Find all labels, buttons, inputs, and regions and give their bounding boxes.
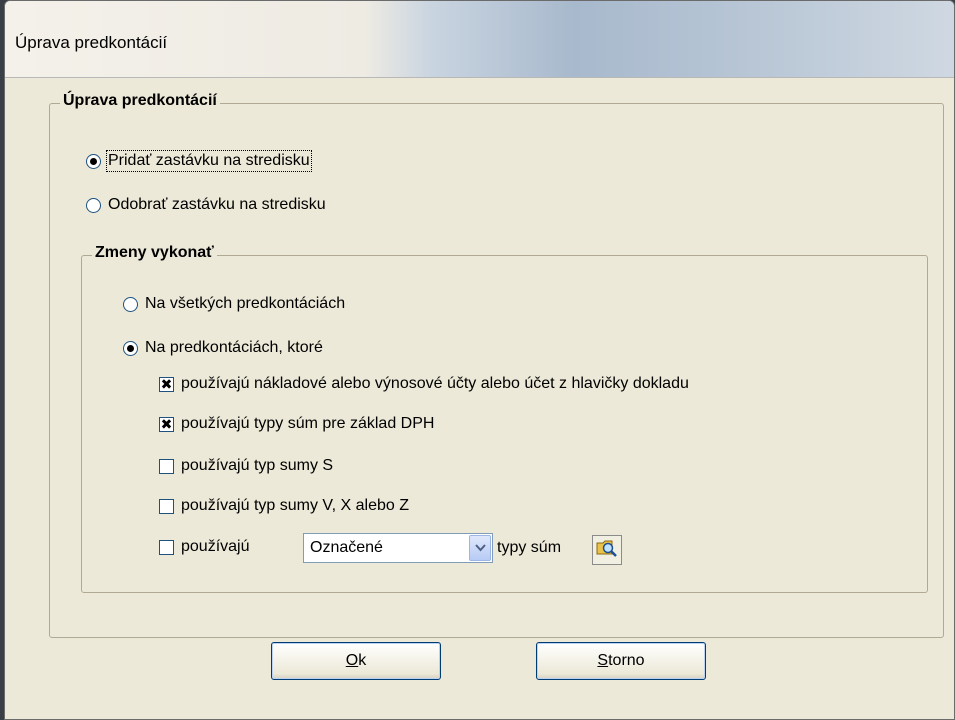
check-sum-type-vxz-label: používajú typ sumy V, X alebo Z — [181, 497, 409, 514]
radio-all-predkontacie[interactable]: Na všetkých predkontáciách — [123, 295, 345, 313]
dialog-client-area: Úprava predkontácií Pridať zastávku na s… — [9, 79, 948, 713]
chevron-down-icon[interactable] — [469, 535, 491, 561]
group-changes-legend: Zmeny vykonať — [92, 244, 217, 262]
check-vat-base-sums[interactable]: ✖ používajú typy súm pre základ DPH — [159, 415, 434, 433]
radio-selected-label: Na predkontáciách, ktoré — [145, 339, 323, 356]
check-sum-type-s[interactable]: používajú typ sumy S — [159, 457, 333, 475]
cancel-label-rest: torno — [608, 652, 645, 669]
check-sum-type-vxz-box[interactable] — [159, 498, 174, 514]
radio-all-indicator[interactable] — [123, 296, 138, 312]
window-title: Úprava predkontácií — [15, 33, 168, 52]
radio-add-stop-indicator[interactable] — [86, 153, 101, 169]
check-sum-type-s-label: používajú typ sumy S — [181, 457, 334, 474]
check-cost-revenue-box[interactable]: ✖ — [159, 376, 174, 392]
check-marked-box[interactable] — [159, 539, 174, 555]
cancel-hotkey: S — [597, 652, 609, 669]
check-vat-base-label: používajú typy súm pre základ DPH — [181, 415, 435, 432]
check-cost-revenue-accounts[interactable]: ✖ používajú nákladové alebo výnosové účt… — [159, 375, 689, 393]
check-sum-type-vxz[interactable]: používajú typ sumy V, X alebo Z — [159, 497, 409, 515]
check-vat-base-box[interactable]: ✖ — [159, 416, 174, 432]
radio-add-stop-label: Pridať zastávku na stredisku — [106, 150, 312, 172]
radio-selected-predkontacie[interactable]: Na predkontáciách, ktoré — [123, 339, 323, 357]
ok-button[interactable]: Ok — [271, 642, 441, 680]
radio-remove-stop-label: Odobrať zastávku na stredisku — [108, 196, 326, 213]
ok-label-rest: k — [358, 652, 367, 669]
radio-remove-stop-indicator[interactable] — [86, 197, 101, 213]
group-edit-legend: Úprava predkontácií — [60, 92, 220, 110]
sum-types-select[interactable]: Označené — [303, 533, 493, 563]
magnifier-folder-icon — [596, 538, 618, 563]
radio-remove-stop[interactable]: Odobrať zastávku na stredisku — [86, 196, 326, 214]
check-marked-sum-types[interactable]: používajú — [159, 538, 250, 556]
dialog-window: Úprava predkontácií Úprava predkontácií … — [4, 0, 955, 720]
radio-add-stop[interactable]: Pridať zastávku na stredisku — [86, 150, 312, 172]
ok-hotkey: O — [345, 652, 359, 669]
check-sum-type-s-box[interactable] — [159, 458, 174, 474]
radio-all-label: Na všetkých predkontáciách — [145, 295, 346, 312]
sum-types-select-value: Označené — [310, 539, 383, 556]
cancel-button[interactable]: Storno — [536, 642, 706, 680]
lookup-button[interactable] — [592, 535, 622, 565]
radio-selected-indicator[interactable] — [123, 340, 138, 356]
sum-types-suffix: typy súm — [497, 539, 562, 556]
check-cost-revenue-label: používajú nákladové alebo výnosové účty … — [181, 375, 689, 392]
title-bar[interactable]: Úprava predkontácií — [5, 1, 954, 78]
check-marked-label: používajú — [181, 538, 250, 555]
